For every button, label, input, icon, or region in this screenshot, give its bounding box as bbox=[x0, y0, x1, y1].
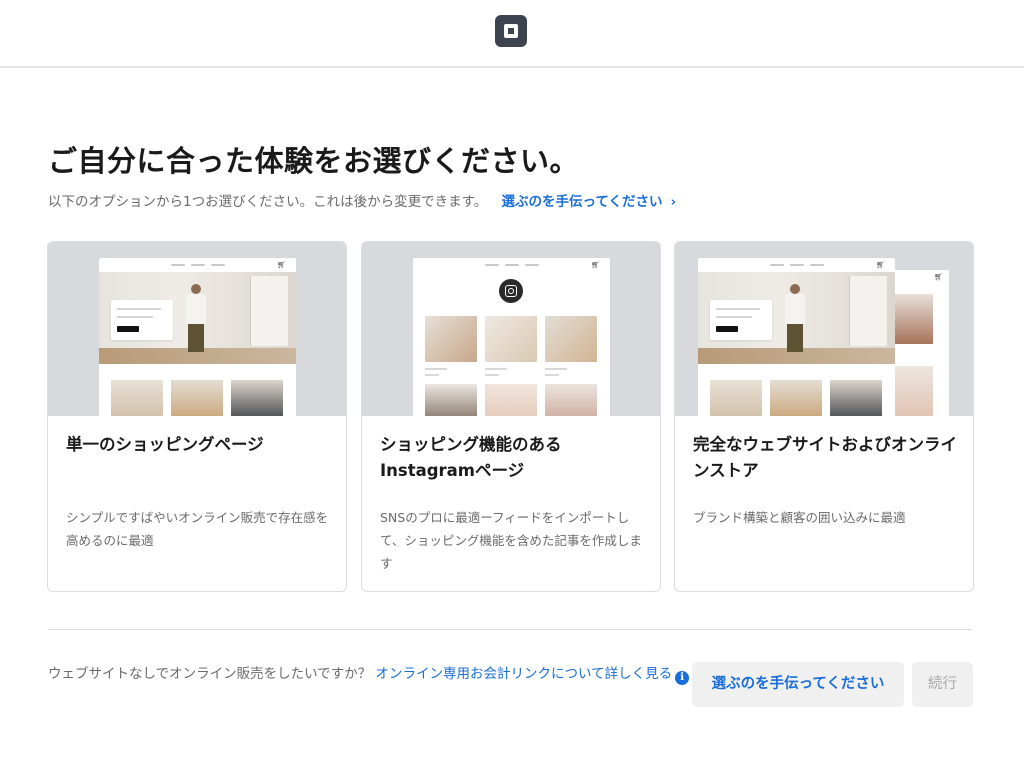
help-choose-button[interactable]: 選ぶのを手伝ってください bbox=[692, 662, 904, 707]
cart-icon: 🛒︎ bbox=[591, 261, 600, 269]
help-choose-link-label: 選ぶのを手伝ってください bbox=[501, 194, 663, 210]
chevron-right-icon: › bbox=[670, 194, 677, 210]
footer-question: ウェブサイトなしでオンライン販売をしたいですか？ bbox=[48, 666, 372, 682]
cart-icon: 🛒︎ bbox=[934, 273, 943, 281]
card-description: SNSのプロに最適ーフィードをインポートして、ショッピング機能を含めた記事を作成… bbox=[380, 510, 642, 571]
option-card-single-page[interactable]: 🛒︎ 単一のショッピングページ シンプルですばやいオンライン販売で存在感を高める… bbox=[47, 241, 347, 592]
instagram-icon bbox=[499, 279, 523, 303]
card-description: シンプルですばやいオンライン販売で存在感を高めるのに最適 bbox=[66, 510, 329, 548]
card-title: 完全なウェブサイトおよびオンラインストア bbox=[693, 435, 957, 480]
square-logo-icon[interactable] bbox=[495, 15, 527, 47]
cart-icon: 🛒︎ bbox=[277, 261, 286, 269]
continue-button[interactable]: 続行 bbox=[912, 662, 973, 707]
card-title: 単一のショッピングページ bbox=[66, 435, 264, 454]
page-title: ご自分に合った体験をお選びください。 bbox=[48, 144, 580, 178]
cart-icon: 🛒︎ bbox=[876, 261, 885, 269]
option-card-full-website[interactable]: 🛒︎ 🛒︎ 完全なウェブサイトおよびオンラインストア ブランド構築と顧客の囲い込… bbox=[674, 241, 974, 592]
card-title: ショッピング機能のあるInstagramページ bbox=[380, 435, 562, 480]
top-bar bbox=[0, 0, 1024, 68]
footer-text: ウェブサイトなしでオンライン販売をしたいですか？ オンライン専用お会計リンクにつ… bbox=[48, 663, 693, 686]
mock-site-preview: 🛒︎ bbox=[698, 258, 895, 416]
subtitle-text: 以下のオプションから1つお選びください。これは後から変更できます。 bbox=[48, 194, 488, 210]
divider bbox=[48, 629, 972, 630]
payment-links-learn-more-link[interactable]: オンライン専用お会計リンクについて詳しく見る bbox=[376, 666, 673, 682]
mock-site-preview: 🛒︎ bbox=[99, 258, 296, 416]
card-illustration: 🛒︎ bbox=[362, 242, 660, 416]
mock-site-preview: 🛒︎ bbox=[413, 258, 610, 416]
mock-mobile-preview: 🛒︎ bbox=[887, 270, 949, 416]
card-illustration: 🛒︎ bbox=[48, 242, 346, 416]
subtitle-row: 以下のオプションから1つお選びください。これは後から変更できます。 選ぶのを手伝… bbox=[48, 190, 676, 210]
info-icon[interactable]: i bbox=[675, 671, 690, 685]
help-choose-link[interactable]: 選ぶのを手伝ってください › bbox=[502, 194, 677, 210]
card-description: ブランド構築と顧客の囲い込みに最適 bbox=[693, 510, 906, 525]
option-card-instagram-page[interactable]: 🛒︎ ショッピング機能のあるInstagramページ SNSのプロに最適ーフィー… bbox=[361, 241, 661, 592]
card-illustration: 🛒︎ 🛒︎ bbox=[675, 242, 973, 416]
